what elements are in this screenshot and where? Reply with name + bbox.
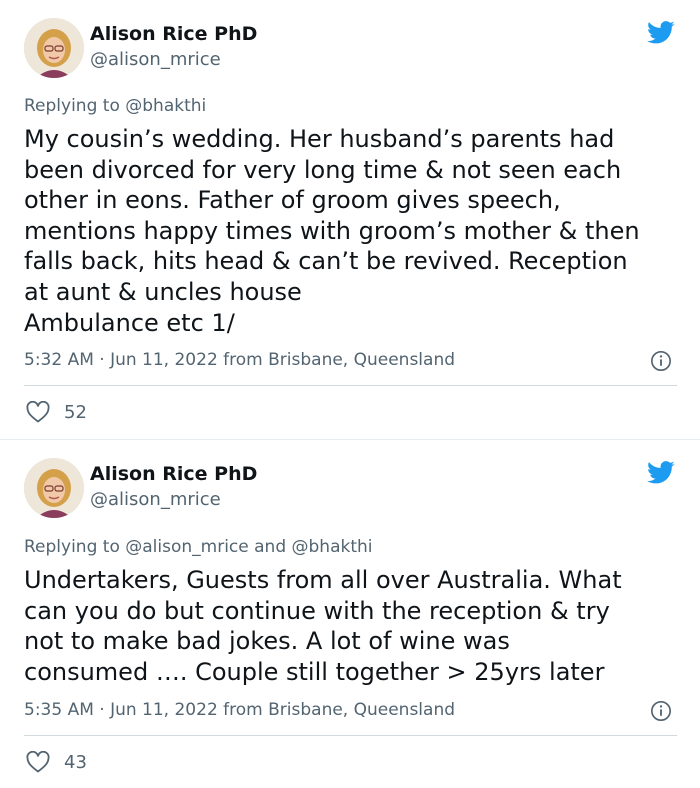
divider bbox=[24, 385, 677, 386]
twitter-bird-icon[interactable] bbox=[645, 18, 677, 46]
replying-prefix: Replying to bbox=[24, 96, 120, 116]
tweet-timestamp[interactable]: 5:35 AM · Jun 11, 2022 from Brisbane, Qu… bbox=[24, 700, 455, 720]
avatar-image bbox=[24, 458, 84, 518]
heart-icon[interactable] bbox=[26, 751, 50, 773]
user-handle[interactable]: @alison_mrice bbox=[90, 489, 221, 510]
replying-to-link[interactable]: @bhakthi bbox=[125, 96, 206, 116]
avatar[interactable] bbox=[24, 18, 84, 78]
like-action[interactable]: 52 bbox=[26, 399, 87, 425]
avatar[interactable] bbox=[24, 458, 84, 518]
replying-to: Replying to @bhakthi bbox=[24, 96, 206, 116]
avatar-image bbox=[24, 18, 84, 78]
display-name[interactable]: Alison Rice PhD bbox=[90, 23, 257, 45]
like-count: 43 bbox=[64, 751, 87, 773]
heart-icon[interactable] bbox=[26, 401, 50, 423]
tweet-text: Undertakers, Guests from all over Austra… bbox=[24, 566, 622, 686]
display-name[interactable]: Alison Rice PhD bbox=[90, 463, 257, 485]
tweet-card: Alison Rice PhD @alison_mrice Replying t… bbox=[0, 0, 700, 440]
twitter-bird-icon[interactable] bbox=[645, 458, 677, 486]
replying-to: Replying to @alison_mrice and @bhakthi bbox=[24, 537, 373, 557]
tweet-timestamp[interactable]: 5:32 AM · Jun 11, 2022 from Brisbane, Qu… bbox=[24, 350, 455, 370]
info-icon[interactable] bbox=[650, 350, 672, 372]
info-icon[interactable] bbox=[650, 700, 672, 722]
tweet-card: Alison Rice PhD @alison_mrice Replying t… bbox=[0, 440, 700, 788]
divider bbox=[24, 735, 677, 736]
like-action[interactable]: 43 bbox=[26, 749, 87, 775]
tweet-text: My cousin’s wedding. Her husband’s paren… bbox=[24, 125, 640, 337]
like-count: 52 bbox=[64, 401, 87, 423]
user-handle[interactable]: @alison_mrice bbox=[90, 49, 221, 70]
replying-prefix: Replying to bbox=[24, 537, 120, 557]
replying-to-link[interactable]: @alison_mrice and @bhakthi bbox=[125, 537, 372, 557]
